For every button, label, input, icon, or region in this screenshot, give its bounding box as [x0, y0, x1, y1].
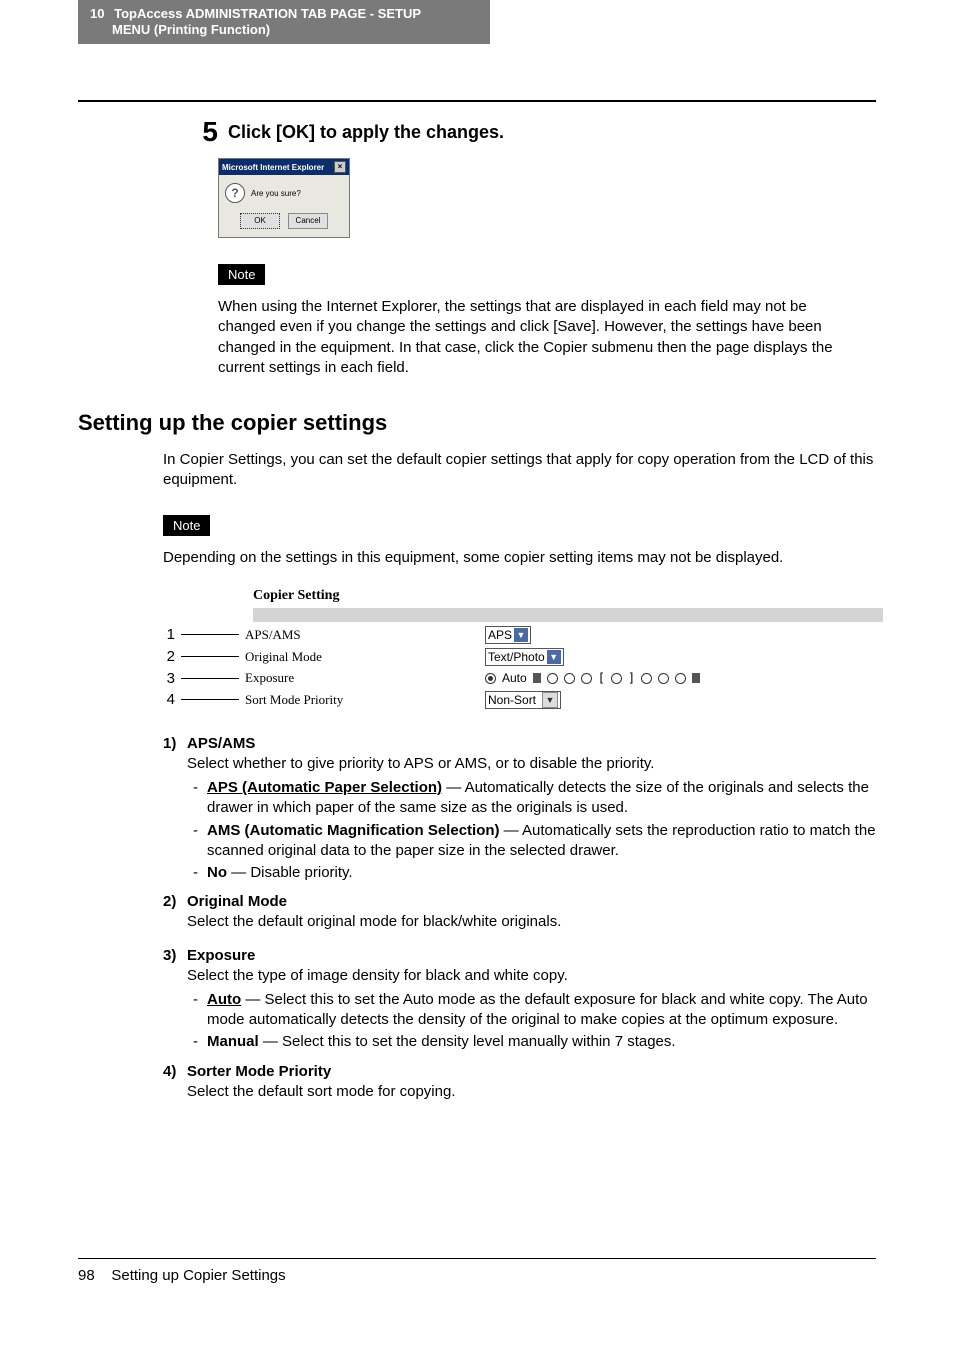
sort-mode-select: Non-Sort ▼: [485, 691, 561, 709]
callout-line: [181, 678, 239, 679]
callout-1: 1: [163, 626, 175, 643]
definition-item: 2)Original Mode Select the default origin…: [163, 893, 876, 936]
definition-heading: APS/AMS: [187, 735, 876, 752]
exposure-auto-radio: [485, 673, 496, 684]
close-icon: ×: [334, 161, 346, 173]
definition-lead: Select whether to give priority to APS o…: [187, 754, 876, 774]
copier-row-1: 1 APS/AMS APS ▼: [163, 626, 883, 644]
row4-label: Sort Mode Priority: [245, 692, 485, 708]
copier-row-2: 2 Original Mode Text/Photo ▼: [163, 648, 883, 666]
density-bar-dark: [533, 673, 541, 683]
exposure-control: Auto [ ]: [485, 671, 700, 685]
definition-body: Sorter Mode Priority Select the default s…: [187, 1063, 876, 1106]
definition-sub: -Manual — Select this to set the density…: [193, 1032, 876, 1052]
definition-heading: Original Mode: [187, 893, 876, 910]
row2-label: Original Mode: [245, 649, 485, 665]
copier-row-4: 4 Sort Mode Priority Non-Sort ▼: [163, 691, 883, 709]
definition-heading: Sorter Mode Priority: [187, 1063, 876, 1080]
page-footer: 98 Setting up Copier Settings: [78, 1258, 876, 1284]
step-5: 5 Click [OK] to apply the changes.: [178, 118, 876, 146]
dialog-title: Microsoft Internet Explorer: [222, 163, 324, 172]
note2-text: Depending on the settings in this equipm…: [163, 548, 876, 568]
callout-4: 4: [163, 691, 175, 708]
definition-body: Exposure Select the type of image density…: [187, 947, 876, 1053]
definition-number: 3): [163, 947, 187, 1053]
note-label: Note: [218, 264, 265, 285]
ok-button: OK: [240, 213, 280, 229]
callout-3: 3: [163, 670, 175, 687]
header-title-line2: MENU (Printing Function): [112, 22, 270, 38]
row1-label: APS/AMS: [245, 627, 485, 643]
definition-number: 4): [163, 1063, 187, 1106]
chevron-down-icon: ▼: [547, 650, 561, 664]
chevron-down-icon: ▼: [542, 692, 558, 708]
definition-sub: -AMS (Automatic Magnification Selection)…: [193, 821, 876, 862]
chapter-header: 10 TopAccess ADMINISTRATION TAB PAGE - S…: [78, 0, 490, 44]
header-page-num: 10: [90, 6, 104, 22]
section-intro: In Copier Settings, you can set the defa…: [163, 450, 876, 491]
copier-row-3: 3 Exposure Auto [ ]: [163, 670, 883, 687]
footer-title: Setting up Copier Settings: [111, 1267, 285, 1284]
definition-item: 4)Sorter Mode Priority Select the default…: [163, 1063, 876, 1106]
callout-line: [181, 634, 239, 635]
definition-item: 3)Exposure Select the type of image densi…: [163, 947, 876, 1053]
chevron-down-icon: ▼: [514, 628, 528, 642]
step-number: 5: [178, 118, 228, 146]
definition-body: APS/AMS Select whether to give priority t…: [187, 735, 876, 884]
definition-sub: -No — Disable priority.: [193, 863, 876, 883]
note-label-2: Note: [163, 515, 210, 536]
callout-line: [181, 699, 239, 700]
copier-fig-title: Copier Setting: [253, 588, 883, 604]
footer-page-num: 98: [78, 1267, 95, 1284]
step-text: Click [OK] to apply the changes.: [228, 118, 504, 143]
dialog-message: Are you sure?: [251, 189, 301, 198]
row3-label: Exposure: [245, 670, 485, 686]
header-title-line1: TopAccess ADMINISTRATION TAB PAGE - SETU…: [114, 6, 421, 21]
section-heading: Setting up the copier settings: [78, 410, 876, 436]
definition-lead: Select the default sort mode for copying…: [187, 1082, 876, 1102]
definition-item: 1)APS/AMS Select whether to give priority…: [163, 735, 876, 884]
definition-sub: -Auto — Select this to set the Auto mode…: [193, 990, 876, 1031]
question-icon: ?: [225, 183, 245, 203]
aps-ams-select: APS ▼: [485, 626, 531, 644]
definition-body: Original Mode Select the default original…: [187, 893, 876, 936]
definition-number: 2): [163, 893, 187, 936]
copier-setting-figure: Copier Setting 1 APS/AMS APS ▼ 2 Origina…: [163, 588, 883, 709]
callout-line: [181, 656, 239, 657]
density-bar-dark: [692, 673, 700, 683]
definition-heading: Exposure: [187, 947, 876, 964]
definition-lead: Select the type of image density for bla…: [187, 966, 876, 986]
definition-lead: Select the default original mode for bla…: [187, 912, 876, 932]
copier-fig-bar: [253, 608, 883, 622]
note1-text: When using the Internet Explorer, the se…: [218, 297, 866, 378]
cancel-button: Cancel: [288, 213, 328, 229]
definition-number: 1): [163, 735, 187, 884]
callout-2: 2: [163, 648, 175, 665]
definition-sub: -APS (Automatic Paper Selection) — Autom…: [193, 778, 876, 819]
header-rule: [78, 100, 876, 102]
confirm-dialog-screenshot: Microsoft Internet Explorer × ? Are you …: [218, 158, 350, 238]
definitions-list: 1)APS/AMS Select whether to give priority…: [163, 735, 876, 1106]
original-mode-select: Text/Photo ▼: [485, 648, 564, 666]
